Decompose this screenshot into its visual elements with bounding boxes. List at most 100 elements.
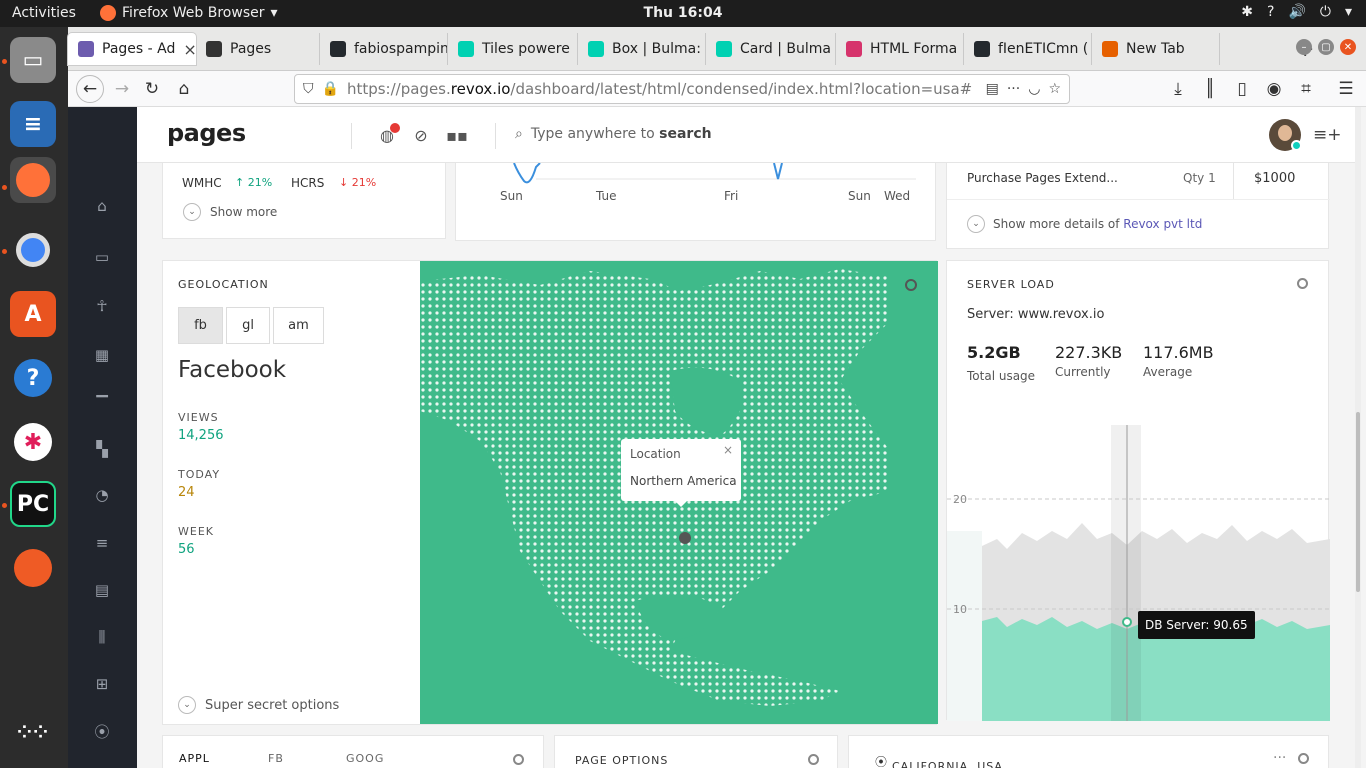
segment-am[interactable]: am xyxy=(273,307,324,344)
url-text[interactable]: https://pages.revox.io/dashboard/latest/… xyxy=(347,80,978,98)
paint-roller-icon[interactable]: ▔ xyxy=(92,394,112,414)
stock-tab-goog[interactable]: GOOG xyxy=(346,752,384,765)
forward-button[interactable]: → xyxy=(110,77,134,101)
help-dock-icon[interactable]: ? xyxy=(10,355,56,401)
accessibility-icon[interactable]: ☥ xyxy=(92,296,112,316)
apps-grid-icon[interactable]: ▪▪ xyxy=(446,125,468,145)
slack-icon[interactable]: ✱ xyxy=(10,419,56,465)
metric-current-value: 227.3KB xyxy=(1055,343,1123,362)
home-button[interactable]: ⌂ xyxy=(172,77,196,101)
files-icon[interactable]: ▭ xyxy=(10,37,56,83)
url-bar[interactable]: ⛉ 🔒 https://pages.revox.io/dashboard/lat… xyxy=(294,74,1070,104)
server-load-chart[interactable]: 20 10 xyxy=(947,421,1330,721)
refresh-icon[interactable] xyxy=(1297,278,1308,289)
search-placeholder: Type anywhere to xyxy=(530,126,660,142)
metric-b-label: HCRS xyxy=(291,176,325,190)
grid-icon[interactable]: ⊞ xyxy=(92,674,112,694)
stat-label-week: WEEK xyxy=(178,525,214,538)
lock-icon[interactable]: 🔒 xyxy=(322,81,339,97)
writer-icon[interactable]: ≡ xyxy=(10,101,56,147)
segment-fb[interactable]: fb xyxy=(178,307,223,344)
calendar-icon[interactable]: ▦ xyxy=(92,345,112,365)
secret-options-button[interactable]: ⌄ Super secret options xyxy=(178,696,339,714)
library-icon[interactable]: ║ xyxy=(1198,77,1222,101)
show-more-button[interactable]: ⌄ Show more xyxy=(183,203,277,221)
show-apps-icon[interactable]: ⁘⁘ xyxy=(10,709,56,755)
close-window-button[interactable]: ✕ xyxy=(1340,39,1356,55)
close-icon[interactable]: × xyxy=(723,443,733,457)
clock[interactable]: Thu 16:04 xyxy=(644,5,723,21)
refresh-icon[interactable] xyxy=(808,754,819,765)
slack-tray-icon[interactable]: ✱ xyxy=(1241,4,1253,20)
bookmark-star-icon[interactable]: ☆ xyxy=(1048,81,1061,97)
account-icon[interactable]: ◉ xyxy=(1262,77,1286,101)
refresh-icon[interactable] xyxy=(513,754,524,765)
browser-tab[interactable]: fabiospampin xyxy=(320,33,448,65)
search-input[interactable]: ⌕ Type anywhere to search xyxy=(515,126,712,142)
browser-tab[interactable]: HTML Forma xyxy=(836,33,964,65)
inbox-icon[interactable]: ▭ xyxy=(92,247,112,267)
map-pin-icon[interactable]: ⦿ xyxy=(92,721,112,741)
purchase-item: Purchase Pages Extend... xyxy=(967,171,1118,185)
close-tab-icon[interactable]: × xyxy=(183,40,196,59)
show-details-button[interactable]: ⌄ Show more details of Revox pvt ltd xyxy=(967,215,1202,233)
pycharm-icon[interactable]: PC xyxy=(10,481,56,527)
volume-icon[interactable]: 🔊 xyxy=(1288,4,1305,20)
brand-logo[interactable]: pages xyxy=(167,119,246,147)
x-tick-label: Sun xyxy=(500,189,523,203)
company-link[interactable]: Revox pvt ltd xyxy=(1123,217,1202,231)
reload-button[interactable]: ↻ xyxy=(140,77,164,101)
browser-tab[interactable]: Card | Bulma xyxy=(706,33,836,65)
more-options-icon[interactable]: ··· xyxy=(1273,750,1286,766)
sidebar-icon[interactable]: ▯ xyxy=(1230,77,1254,101)
browser-tab[interactable]: Pages - Ad × xyxy=(68,33,196,65)
more-actions-icon[interactable]: ··· xyxy=(1007,81,1020,97)
reader-view-icon[interactable]: ▤ xyxy=(986,81,999,97)
browser-tab[interactable]: New Tab xyxy=(1092,33,1220,65)
screenshot-icon[interactable]: ⌗ xyxy=(1294,77,1318,101)
page-scrollbar[interactable] xyxy=(1355,107,1361,768)
segment-gl[interactable]: gl xyxy=(226,307,270,344)
hamburger-menu-icon[interactable]: ☰ xyxy=(1334,77,1358,101)
server-load-card: SERVER LOAD Server: www.revox.io 5.2GB T… xyxy=(946,260,1330,721)
activities-button[interactable]: Activities xyxy=(12,5,76,21)
software-center-icon[interactable]: A xyxy=(10,291,56,337)
postman-icon[interactable] xyxy=(10,545,56,591)
back-button[interactable]: ← xyxy=(76,75,104,103)
metric-total-value: 5.2GB xyxy=(967,343,1021,362)
browser-tab[interactable]: fIenETICmn ( xyxy=(964,33,1092,65)
layers-icon[interactable]: ▤ xyxy=(92,580,112,600)
dotted-world-map[interactable]: Location × Northern America xyxy=(420,261,938,724)
chevron-down-icon[interactable]: ▾ xyxy=(1345,4,1352,20)
browser-tab[interactable]: Tiles powere xyxy=(448,33,578,65)
downloads-icon[interactable]: ⤓ xyxy=(1166,77,1190,101)
running-indicator xyxy=(2,503,7,508)
system-tray[interactable]: ✱ ? 🔊 ⏻ ▾ xyxy=(1241,4,1352,20)
firefox-dock-icon[interactable] xyxy=(10,157,56,203)
stock-tab-appl[interactable]: APPL xyxy=(179,752,210,765)
home-icon[interactable]: ⌂ xyxy=(92,196,112,216)
power-icon[interactable]: ⏻ xyxy=(1320,4,1331,20)
link-icon[interactable]: ⊘ xyxy=(411,125,431,145)
scrollbar-thumb[interactable] xyxy=(1356,412,1360,592)
browser-tab[interactable]: Pages xyxy=(196,33,320,65)
pocket-icon[interactable]: ◡ xyxy=(1028,81,1040,97)
chrome-icon[interactable] xyxy=(10,227,56,273)
chat-icon[interactable]: ◔ xyxy=(92,485,112,505)
app-menu[interactable]: Firefox Web Browser ▾ xyxy=(100,5,278,21)
popup-text: Northern America xyxy=(630,474,737,488)
maximize-button[interactable]: ▢ xyxy=(1318,39,1334,55)
stock-tab-fb[interactable]: FB xyxy=(268,752,284,765)
help-icon[interactable]: ? xyxy=(1267,4,1274,20)
browser-tab[interactable]: Box | Bulma: xyxy=(578,33,706,65)
shield-icon[interactable]: ⛉ xyxy=(303,81,314,97)
metric-average-caption: Average xyxy=(1143,365,1193,379)
refresh-icon[interactable] xyxy=(1298,753,1309,764)
dashboard-icon[interactable]: ▚ xyxy=(92,439,112,459)
server-load-label: SERVER LOAD xyxy=(967,278,1055,291)
tab-label: Pages - Ad xyxy=(102,41,176,57)
minimize-button[interactable]: – xyxy=(1296,39,1312,55)
columns-icon[interactable]: ⫼ xyxy=(92,627,112,647)
quickview-toggle-icon[interactable]: ≡+ xyxy=(1313,125,1342,145)
list-icon[interactable]: ≡ xyxy=(92,533,112,553)
